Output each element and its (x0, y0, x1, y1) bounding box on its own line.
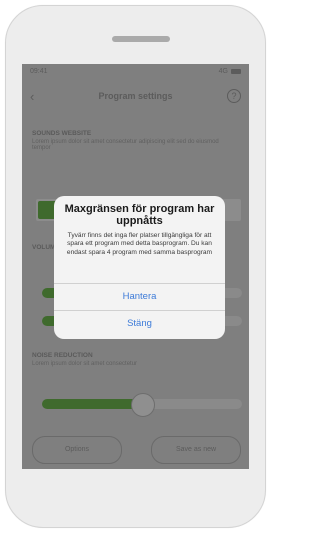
section-label: NOISE REDUCTION (32, 352, 93, 359)
question-icon[interactable]: ? (227, 89, 241, 103)
page-title: Program settings (98, 91, 173, 101)
section-noise: NOISE REDUCTION Lorem ipsum dolor sit am… (32, 352, 239, 367)
status-bar: 09:41 4G (30, 68, 241, 78)
chevron-left-icon[interactable]: ‹ (30, 90, 44, 104)
slider-knob[interactable] (131, 393, 155, 417)
section-sounds: SOUNDS WEBSITE Lorem ipsum dolor sit ame… (32, 130, 239, 151)
dialog-title: Maxgränsen för program har uppnåtts (64, 203, 215, 227)
status-time: 09:41 (30, 68, 48, 75)
slider-fill (42, 399, 142, 409)
home-button[interactable] (108, 478, 162, 494)
section-description: Lorem ipsum dolor sit amet consectetur a… (32, 139, 219, 151)
options-button[interactable]: Options (32, 436, 122, 464)
speaker-grille (112, 36, 170, 42)
dialog-message: Tyvärr finns det inga fler platser tillg… (66, 232, 213, 256)
manage-button[interactable]: Hantera (54, 284, 225, 310)
top-bar: ‹ Program settings ? (22, 86, 249, 112)
battery-icon (231, 68, 241, 74)
alert-dialog: Maxgränsen för program har uppnåtts Tyvä… (54, 196, 225, 339)
status-right: 4G (219, 68, 241, 75)
section-label: SOUNDS WEBSITE (32, 130, 92, 137)
save-new-button[interactable]: Save as new (151, 436, 241, 464)
section-description: Lorem ipsum dolor sit amet consectetur (32, 361, 138, 367)
close-button[interactable]: Stäng (54, 311, 225, 337)
network-label: 4G (218, 68, 228, 75)
